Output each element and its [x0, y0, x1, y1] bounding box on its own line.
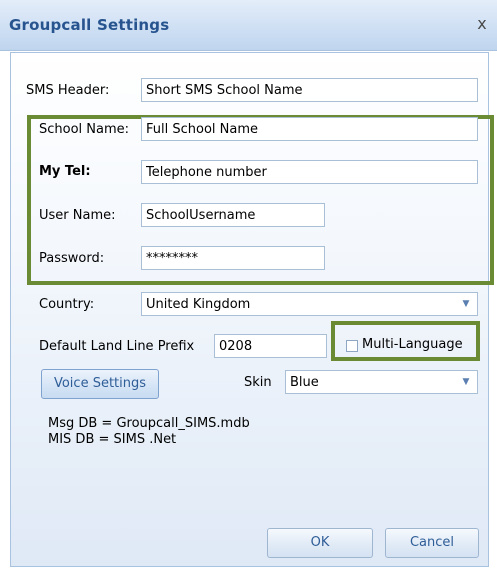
- msg-db-text: Msg DB = Groupcall_SIMS.mdb: [48, 416, 250, 431]
- school-name-label: School Name:: [39, 122, 130, 137]
- chevron-down-icon[interactable]: ▼: [459, 296, 473, 312]
- multi-language-checkbox[interactable]: [346, 340, 358, 352]
- title-bar: Groupcall Settings x: [0, 0, 497, 51]
- password-input[interactable]: [141, 246, 325, 270]
- my-tel-input[interactable]: [141, 160, 478, 184]
- school-name-input[interactable]: [141, 117, 478, 141]
- skin-value: Blue: [290, 375, 319, 390]
- voice-settings-button[interactable]: Voice Settings: [41, 369, 159, 399]
- user-name-label: User Name:: [39, 208, 116, 223]
- sms-header-input[interactable]: [141, 78, 478, 102]
- skin-label: Skin: [244, 375, 272, 390]
- ok-button[interactable]: OK: [267, 528, 373, 558]
- sms-header-label: SMS Header:: [26, 83, 110, 98]
- prefix-input[interactable]: [214, 334, 327, 358]
- prefix-label: Default Land Line Prefix: [39, 339, 195, 354]
- user-name-input[interactable]: [141, 203, 325, 227]
- country-label: Country:: [39, 297, 95, 312]
- db-info: Msg DB = Groupcall_SIMS.mdb MIS DB = SIM…: [48, 416, 250, 448]
- country-select[interactable]: United Kingdom ▼: [141, 292, 478, 316]
- cancel-button[interactable]: Cancel: [385, 528, 479, 558]
- mis-db-text: MIS DB = SIMS .Net: [48, 432, 177, 447]
- close-icon[interactable]: x: [473, 15, 491, 33]
- dialog-body: SMS Header: School Name: My Tel: User Na…: [10, 52, 494, 567]
- country-value: United Kingdom: [146, 297, 251, 312]
- skin-select[interactable]: Blue ▼: [285, 370, 478, 394]
- chevron-down-icon[interactable]: ▼: [459, 374, 473, 390]
- settings-dialog: Groupcall Settings x SMS Header: School …: [0, 0, 497, 571]
- multi-language-label[interactable]: Multi-Language: [362, 337, 463, 352]
- my-tel-label: My Tel:: [39, 164, 91, 179]
- password-label: Password:: [39, 251, 105, 266]
- dialog-title: Groupcall Settings: [9, 16, 170, 34]
